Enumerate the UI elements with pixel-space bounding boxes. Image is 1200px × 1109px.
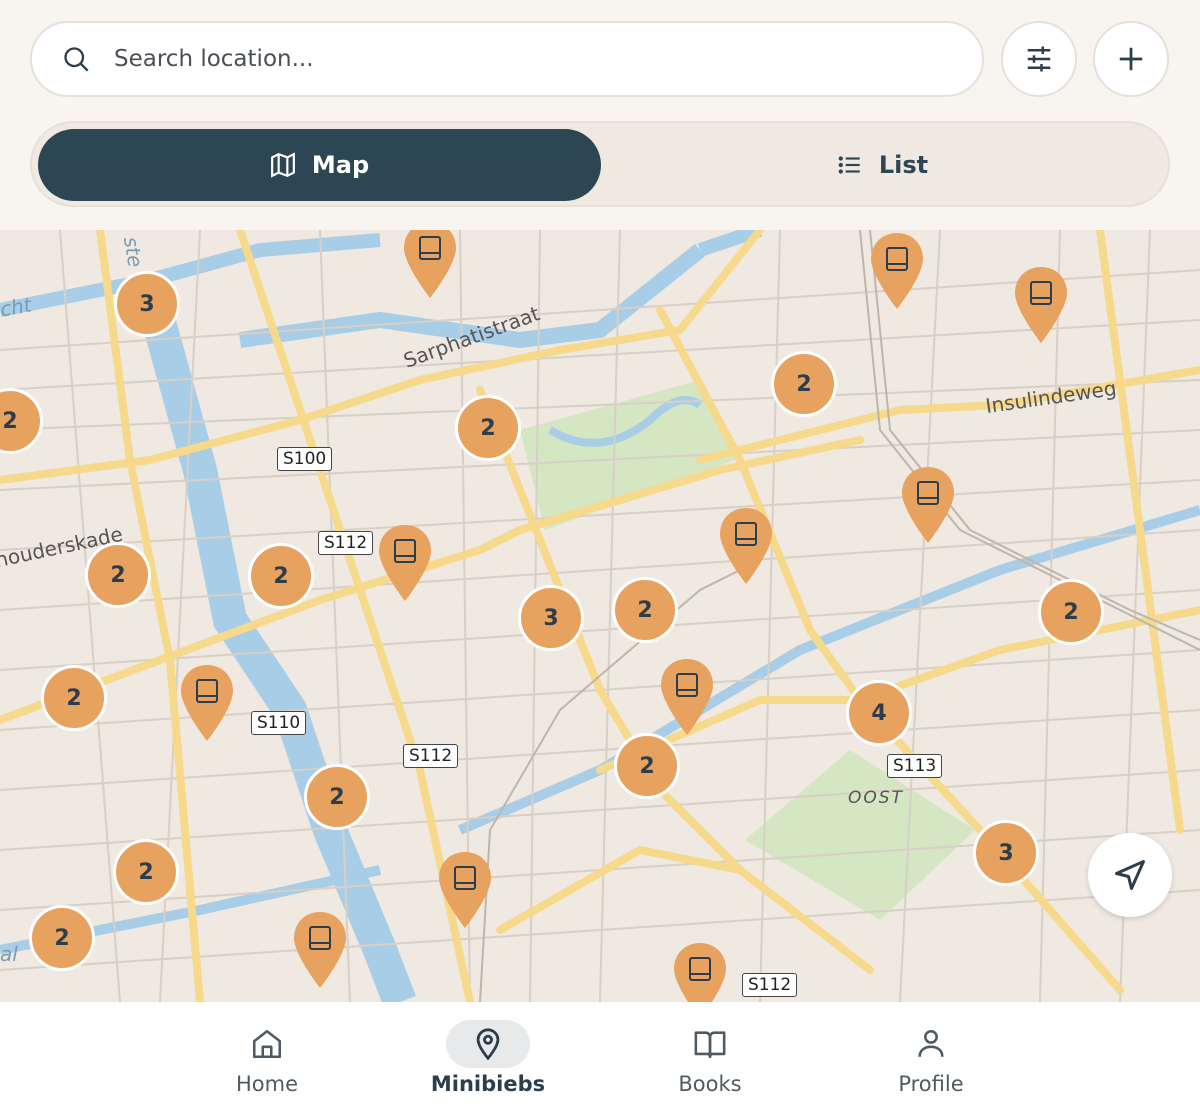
area-label: OOST	[848, 788, 904, 808]
search-bar[interactable]	[30, 21, 984, 97]
book-pin-marker[interactable]	[377, 520, 433, 608]
list-icon	[838, 156, 860, 174]
cluster-marker[interactable]: 2	[41, 665, 107, 731]
map-pin-icon	[476, 1028, 500, 1061]
road-shield: S112	[742, 973, 798, 997]
nav-label-books: Books	[678, 1072, 742, 1096]
search-icon	[64, 47, 89, 72]
book-pin-marker[interactable]	[659, 654, 715, 742]
nav-item-home[interactable]: Home	[197, 1020, 337, 1096]
bottom-nav: Home Minibiebs Books Profile	[0, 1002, 1200, 1109]
search-input[interactable]	[112, 45, 936, 73]
top-bar: Map List	[0, 0, 1200, 230]
road-shield: S112	[318, 531, 374, 555]
book-pin-marker[interactable]	[1013, 262, 1069, 350]
street-label: al	[0, 942, 18, 966]
filter-button[interactable]	[1001, 21, 1077, 97]
map-view[interactable]: Sarphatistraat Insulindeweg houderskade …	[0, 230, 1200, 1002]
plus-icon	[1119, 47, 1143, 71]
map-icon	[270, 152, 295, 178]
road-shield: S100	[277, 447, 333, 471]
cluster-marker[interactable]: 3	[518, 585, 584, 651]
nav-label-minibiebs: Minibiebs	[430, 1072, 546, 1096]
cluster-marker[interactable]: 2	[304, 764, 370, 830]
user-icon	[918, 1029, 944, 1057]
street-label: ste	[118, 234, 148, 270]
cluster-marker[interactable]: 2	[612, 577, 678, 643]
view-toggle: Map List	[30, 121, 1170, 207]
cluster-marker[interactable]: 2	[455, 395, 521, 461]
cluster-marker[interactable]: 3	[114, 271, 180, 337]
book-pin-marker[interactable]	[900, 462, 956, 550]
cluster-marker[interactable]: 2	[1038, 579, 1104, 645]
nav-item-minibiebs[interactable]: Minibiebs	[418, 1020, 558, 1096]
book-pin-marker[interactable]	[437, 847, 493, 935]
cluster-marker[interactable]: 2	[85, 542, 151, 608]
tab-map-label: Map	[311, 151, 370, 179]
cluster-marker[interactable]: 2	[29, 905, 95, 971]
book-pin-marker[interactable]	[292, 907, 348, 995]
cluster-marker[interactable]: 4	[846, 680, 912, 746]
road-shield: S110	[251, 711, 307, 735]
road-shield: S112	[403, 744, 459, 768]
tab-list-label: List	[878, 151, 929, 179]
tab-list[interactable]: List	[601, 129, 1164, 201]
book-open-icon	[694, 1031, 726, 1059]
book-pin-marker[interactable]	[869, 230, 925, 316]
nav-label-home: Home	[235, 1072, 298, 1096]
nav-label-profile: Profile	[898, 1072, 964, 1096]
nav-item-books[interactable]: Books	[640, 1020, 780, 1096]
cluster-marker[interactable]: 2	[248, 543, 314, 609]
book-pin-marker[interactable]	[718, 503, 774, 591]
book-pin-marker[interactable]	[179, 660, 235, 748]
cluster-marker[interactable]: 2	[771, 351, 837, 417]
tab-map[interactable]: Map	[38, 129, 601, 201]
nav-item-profile[interactable]: Profile	[861, 1020, 1001, 1096]
add-button[interactable]	[1093, 21, 1169, 97]
cluster-marker[interactable]: 2	[614, 733, 680, 799]
navigation-arrow-icon	[1115, 860, 1145, 890]
road-shield: S113	[887, 754, 943, 778]
cluster-marker[interactable]: 3	[973, 820, 1039, 886]
cluster-marker[interactable]: 2	[113, 839, 179, 905]
locate-me-button[interactable]	[1088, 833, 1172, 917]
sliders-icon	[1027, 46, 1051, 72]
book-pin-marker[interactable]	[672, 938, 728, 1002]
book-pin-marker[interactable]	[402, 230, 458, 302]
home-icon	[252, 1029, 282, 1059]
